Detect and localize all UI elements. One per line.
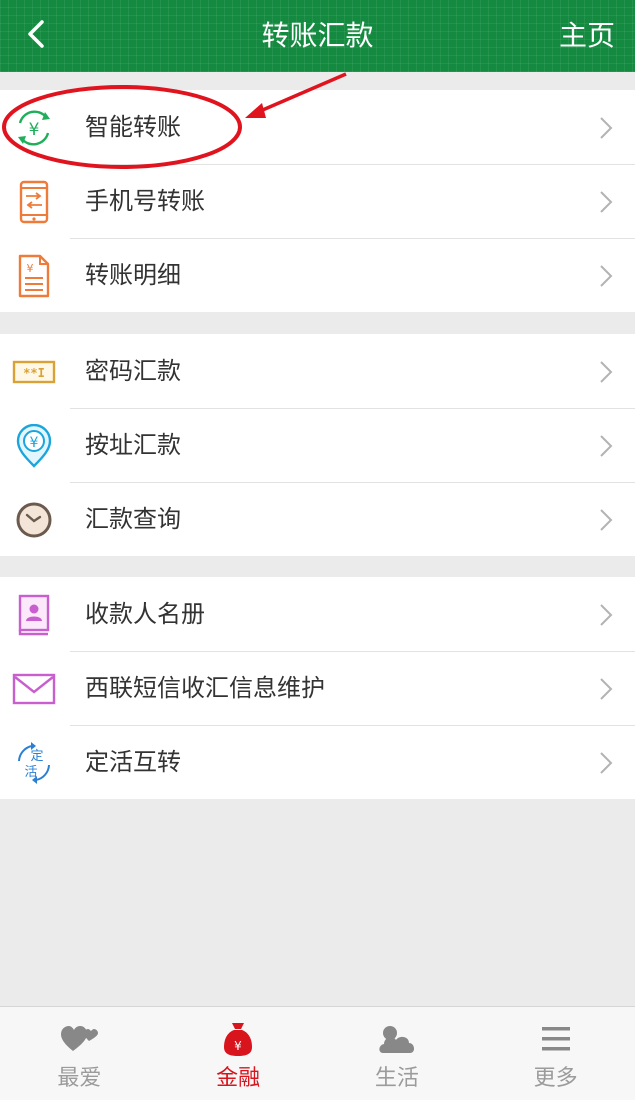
menu-item-label: 定活互转 bbox=[85, 748, 181, 776]
password-card-icon: **I bbox=[12, 360, 56, 384]
chevron-right-icon bbox=[600, 509, 613, 531]
svg-text:**I: **I bbox=[23, 366, 45, 380]
menu-item-transfer-details[interactable]: ¥ 转账明细 bbox=[0, 238, 635, 312]
chevron-right-icon bbox=[600, 265, 613, 287]
chevron-right-icon bbox=[600, 361, 613, 383]
menu-item-label: 转账明细 bbox=[85, 261, 181, 289]
menu-item-label: 密码汇款 bbox=[85, 357, 181, 385]
transfer-page: 转账汇款 主页 ¥ 智能转账 手机号转账 ¥ 转账明细 **I 密码汇款 ¥ 按… bbox=[0, 0, 635, 1100]
chevron-right-icon bbox=[600, 435, 613, 457]
menu-item-label: 按址汇款 bbox=[85, 431, 181, 459]
money-bag-icon: ¥ bbox=[224, 1023, 253, 1056]
menu-item-fixed-current-transfer[interactable]: 定 活 定活互转 bbox=[0, 725, 635, 799]
tab-label: 更多 bbox=[533, 1066, 578, 1091]
menu-item-password-remittance[interactable]: **I 密码汇款 bbox=[0, 334, 635, 408]
menu-item-label: 手机号转账 bbox=[85, 187, 205, 215]
chevron-right-icon bbox=[600, 117, 613, 139]
home-button[interactable]: 主页 bbox=[559, 16, 615, 56]
contact-book-icon bbox=[18, 594, 50, 636]
tab-label: 最爱 bbox=[57, 1066, 102, 1091]
menu-item-smart-transfer[interactable]: ¥ 智能转账 bbox=[0, 90, 635, 164]
svg-text:¥: ¥ bbox=[30, 435, 39, 451]
tab-life[interactable]: 生活 bbox=[318, 1007, 477, 1100]
menu-group-transfer: ¥ 智能转账 手机号转账 ¥ 转账明细 bbox=[0, 90, 635, 312]
menu-item-label: 汇款查询 bbox=[85, 505, 181, 533]
menu-item-label: 西联短信收汇信息维护 bbox=[85, 674, 325, 702]
bottom-tab-bar: 最爱 ¥ 金融 生活 更多 bbox=[0, 1006, 635, 1100]
clock-icon bbox=[16, 502, 52, 538]
menu-item-phone-transfer[interactable]: 手机号转账 bbox=[0, 164, 635, 238]
menu-item-label: 收款人名册 bbox=[85, 600, 205, 628]
menu-item-remittance-query[interactable]: 汇款查询 bbox=[0, 482, 635, 556]
chevron-right-icon bbox=[600, 752, 613, 774]
svg-text:¥: ¥ bbox=[234, 1039, 242, 1053]
document-yuan-icon: ¥ bbox=[18, 254, 50, 298]
tab-favorites[interactable]: 最爱 bbox=[0, 1007, 159, 1100]
menu-item-payee-list[interactable]: 收款人名册 bbox=[0, 577, 635, 651]
chevron-right-icon bbox=[600, 678, 613, 700]
menu-item-western-union-sms[interactable]: 西联短信收汇信息维护 bbox=[0, 651, 635, 725]
tab-finance[interactable]: ¥ 金融 bbox=[159, 1007, 318, 1100]
menu-item-label: 智能转账 bbox=[85, 113, 181, 141]
location-yuan-icon: ¥ bbox=[16, 424, 52, 468]
svg-text:¥: ¥ bbox=[27, 262, 34, 275]
page-title: 转账汇款 bbox=[261, 19, 374, 52]
cloud-icon bbox=[379, 1026, 414, 1053]
menu-group-remittance: **I 密码汇款 ¥ 按址汇款 汇款查询 bbox=[0, 334, 635, 556]
phone-transfer-icon bbox=[19, 180, 49, 224]
svg-text:¥: ¥ bbox=[29, 120, 40, 140]
menu-lines-icon bbox=[541, 1027, 570, 1051]
hearts-icon bbox=[61, 1026, 99, 1051]
tab-label: 金融 bbox=[216, 1066, 261, 1091]
tab-label: 生活 bbox=[374, 1066, 419, 1091]
fixed-current-swap-icon: 定 活 bbox=[18, 742, 50, 784]
menu-group-payee: 收款人名册 西联短信收汇信息维护 定 活 定活互转 bbox=[0, 577, 635, 799]
chevron-right-icon bbox=[600, 604, 613, 626]
svg-text:定: 定 bbox=[30, 749, 43, 764]
chevron-right-icon bbox=[600, 191, 613, 213]
menu-item-address-remittance[interactable]: ¥ 按址汇款 bbox=[0, 408, 635, 482]
envelope-icon bbox=[12, 673, 56, 705]
yuan-refresh-icon: ¥ bbox=[18, 110, 50, 146]
tab-more[interactable]: 更多 bbox=[476, 1007, 635, 1100]
top-bar: 转账汇款 主页 bbox=[0, 0, 635, 72]
svg-text:活: 活 bbox=[24, 765, 37, 780]
